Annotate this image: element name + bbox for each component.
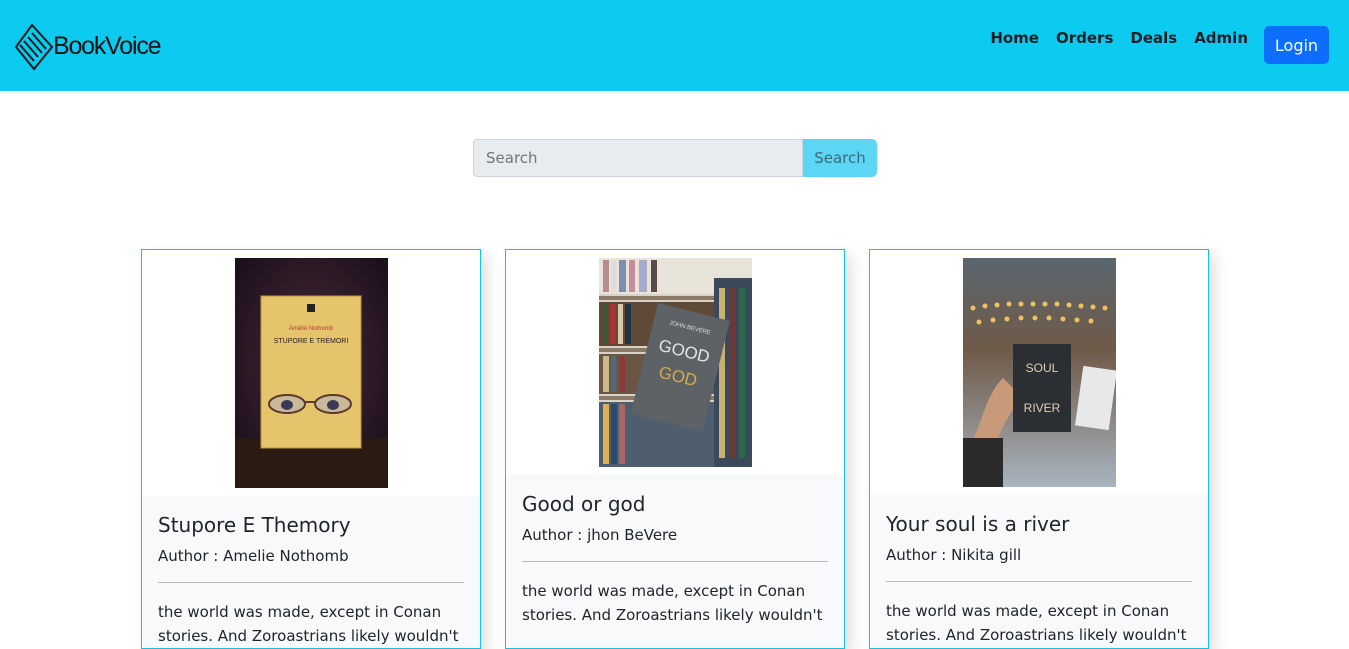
- nav-deals[interactable]: Deals: [1130, 29, 1177, 47]
- book-author: Author : jhon BeVere: [522, 526, 678, 544]
- divider: [158, 582, 464, 583]
- book-card[interactable]: Amélie Nothomb STUPORE E TREMORI Stupore…: [141, 249, 481, 649]
- book-cover-image: JOHN BEVERE GOOD GOD: [598, 258, 752, 467]
- nav-home[interactable]: Home: [990, 29, 1039, 47]
- search-button[interactable]: Search: [803, 139, 877, 177]
- nav-admin[interactable]: Admin: [1194, 29, 1248, 47]
- book-cover-image: SOUL RIVER: [962, 258, 1116, 487]
- divider: [886, 581, 1192, 582]
- book-description: the world was made, except in Conan stor…: [886, 602, 1187, 644]
- brand-name: BookVoice: [53, 31, 162, 60]
- book-title[interactable]: Good or god: [522, 492, 828, 516]
- divider: [522, 561, 828, 562]
- book-author: Author : Nikita gill: [886, 546, 1022, 564]
- brand-logo[interactable]: BookVoice: [14, 22, 162, 72]
- book-logo-icon: [14, 23, 54, 71]
- main-nav: Home Orders Deals Admin: [990, 29, 1248, 47]
- card-body: Good or god Author : jhon BeVere the wor…: [506, 475, 844, 648]
- book-card[interactable]: JOHN BEVERE GOOD GOD Good or god Author …: [505, 249, 845, 649]
- navbar: BookVoice Home Orders Deals Admin Login: [0, 0, 1349, 91]
- card-body: Stupore E Themory Author : Amelie Nothom…: [142, 496, 480, 648]
- nav-orders[interactable]: Orders: [1056, 29, 1113, 47]
- book-cover-image: Amélie Nothomb STUPORE E TREMORI: [234, 258, 388, 488]
- cover-author-text: Amélie Nothomb: [288, 326, 333, 332]
- search-input[interactable]: [473, 139, 803, 177]
- book-title[interactable]: Stupore E Themory: [158, 513, 464, 537]
- book-description: the world was made, except in Conan stor…: [158, 603, 459, 645]
- login-button[interactable]: Login: [1264, 26, 1329, 64]
- book-card[interactable]: SOUL RIVER Your soul is a river Author :…: [869, 249, 1209, 649]
- book-cover-wrap: Amélie Nothomb STUPORE E TREMORI: [142, 250, 480, 496]
- book-title[interactable]: Your soul is a river: [886, 512, 1192, 536]
- cover-subtitle-text: RIVER: [1023, 401, 1060, 415]
- book-cover-wrap: JOHN BEVERE GOOD GOD: [506, 250, 844, 475]
- book-author: Author : Amelie Nothomb: [158, 547, 349, 565]
- book-description: the world was made, except in Conan stor…: [522, 582, 823, 624]
- book-cover-wrap: SOUL RIVER: [870, 250, 1208, 495]
- cover-title-text: STUPORE E TREMORI: [273, 338, 348, 345]
- cover-title-text: SOUL: [1025, 361, 1058, 375]
- card-body: Your soul is a river Author : Nikita gil…: [870, 495, 1208, 648]
